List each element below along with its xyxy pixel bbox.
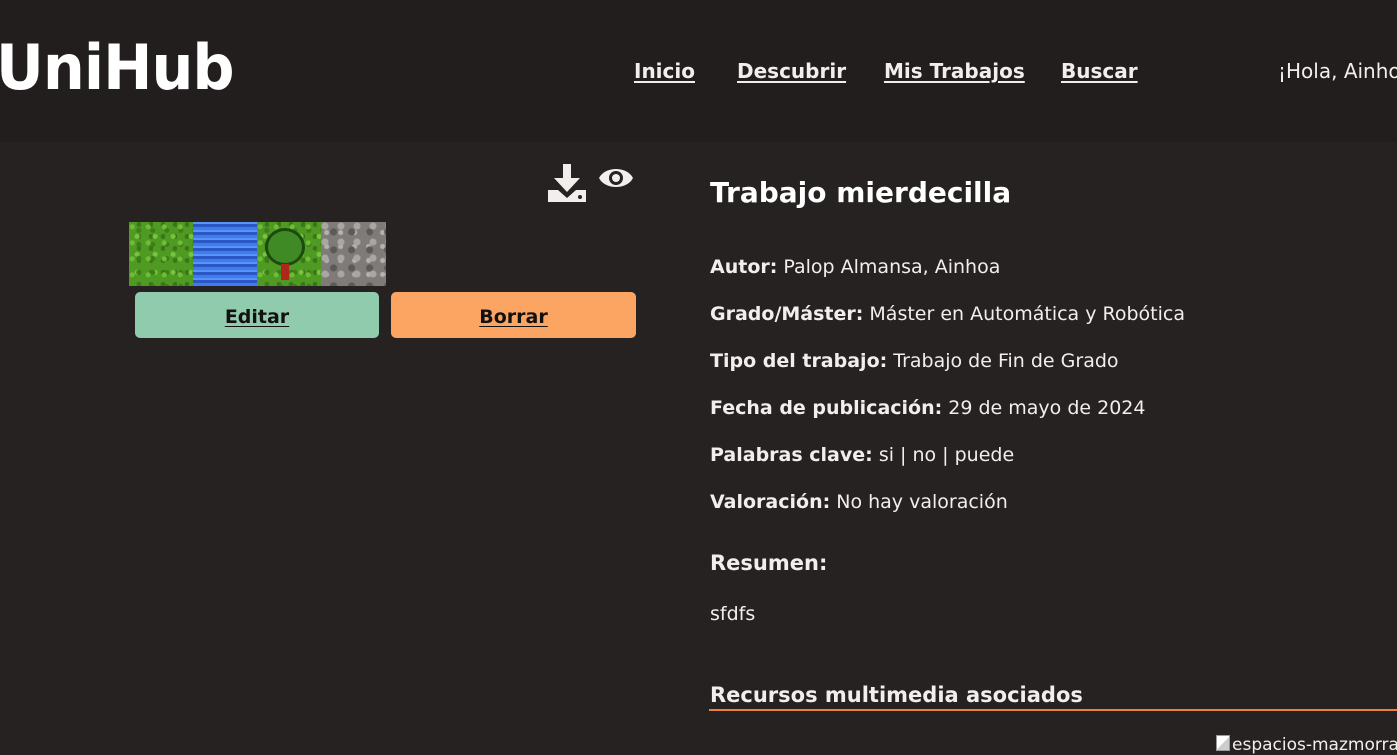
site-logo[interactable]: UniHub xyxy=(0,30,235,106)
tree-tile xyxy=(257,222,321,286)
nav-buscar[interactable]: Buscar xyxy=(1061,57,1138,85)
edit-button[interactable]: Editar xyxy=(135,292,379,338)
work-title: Trabajo mierdecilla xyxy=(710,176,1012,209)
field-degree: Grado/Máster: Máster en Automática y Rob… xyxy=(710,301,1185,327)
field-keywords: Palabras clave: si | no | puede xyxy=(710,442,1014,468)
water-tile xyxy=(193,222,257,286)
field-value: Trabajo de Fin de Grado xyxy=(893,350,1119,372)
field-label: Tipo del trabajo: xyxy=(710,350,888,372)
tree-icon xyxy=(265,228,305,266)
broken-image-icon xyxy=(1216,735,1230,751)
tree-trunk xyxy=(281,264,289,280)
field-publication-date: Fecha de publicación: 29 de mayo de 2024 xyxy=(710,395,1145,421)
user-greeting[interactable]: ¡Hola, Ainhoa xyxy=(1278,57,1397,85)
resource-image[interactable]: espacios-mazmorra xyxy=(1216,733,1397,755)
stone-tile xyxy=(321,222,386,286)
field-author: Autor: Palop Almansa, Ainhoa xyxy=(710,254,1000,280)
field-label: Autor: xyxy=(710,256,778,278)
field-label: Valoración: xyxy=(710,491,831,513)
field-rating: Valoración: No hay valoración xyxy=(710,489,1008,515)
nav-inicio[interactable]: Inicio xyxy=(634,57,695,85)
site-header: UniHub Inicio Descubrir Mis Trabajos Bus… xyxy=(0,0,1397,142)
resource-image-alt: espacios-mazmorra xyxy=(1232,735,1397,755)
delete-button[interactable]: Borrar xyxy=(391,292,636,338)
work-thumbnail xyxy=(129,222,386,286)
summary-text: sfdfs xyxy=(710,603,756,625)
field-value: Palop Almansa, Ainhoa xyxy=(783,256,1001,278)
nav-mis-trabajos[interactable]: Mis Trabajos xyxy=(884,57,1025,85)
field-value: No hay valoración xyxy=(836,491,1008,513)
download-icon[interactable] xyxy=(546,162,588,208)
field-label: Grado/Máster: xyxy=(710,303,864,325)
field-label: Palabras clave: xyxy=(710,444,873,466)
eye-icon[interactable] xyxy=(598,161,634,199)
field-label: Fecha de publicación: xyxy=(710,397,943,419)
resources-heading: Recursos multimedia asociados xyxy=(710,683,1083,707)
nav-descubrir[interactable]: Descubrir xyxy=(737,57,846,85)
field-value: Máster en Automática y Robótica xyxy=(869,303,1185,325)
field-value: si | no | puede xyxy=(878,444,1015,466)
grass-tile xyxy=(129,222,193,286)
summary-heading: Resumen: xyxy=(710,551,828,575)
field-value: 29 de mayo de 2024 xyxy=(948,397,1146,419)
field-work-type: Tipo del trabajo: Trabajo de Fin de Grad… xyxy=(710,348,1119,374)
resources-divider xyxy=(709,709,1397,711)
